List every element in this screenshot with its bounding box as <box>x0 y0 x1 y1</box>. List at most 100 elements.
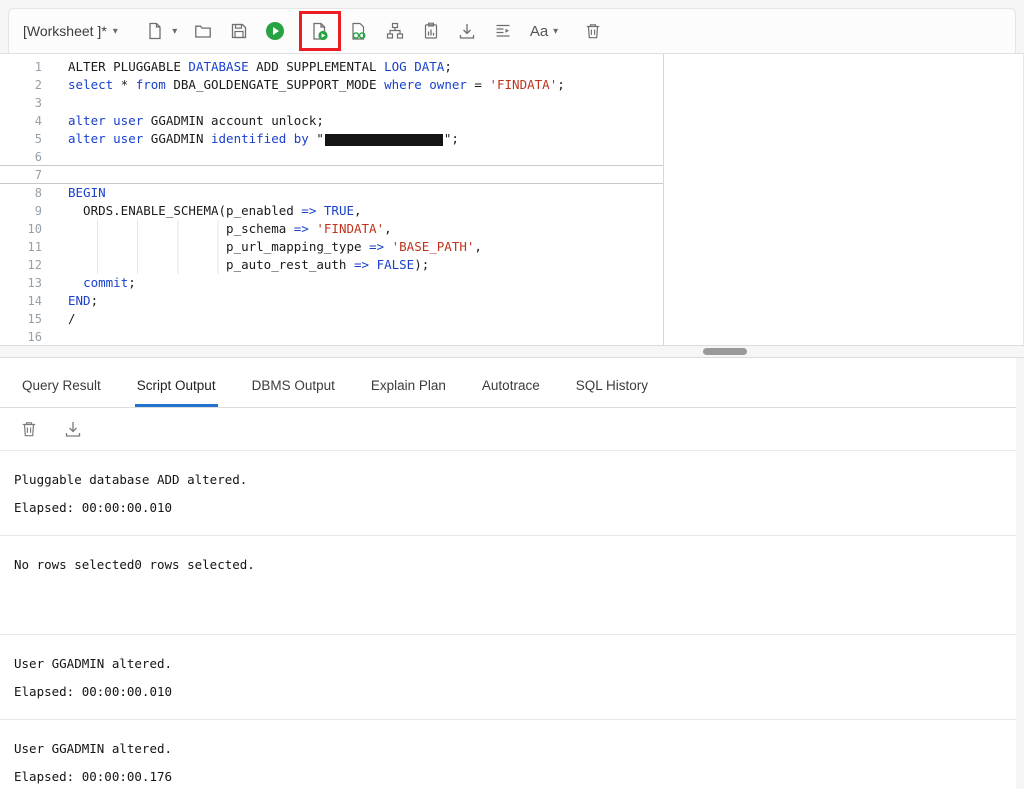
line-number: 14 <box>27 294 42 308</box>
editor-line[interactable]: 15 / <box>0 310 1023 328</box>
code-text: select * from DBA_GOLDENGATE_SUPPORT_MOD… <box>68 77 565 92</box>
worksheet-toolbar: [Worksheet ]* ▾ ▾ Aa ▾ <box>8 8 1016 53</box>
autotrace-button[interactable] <box>380 16 410 46</box>
editor-line[interactable]: 10 p_schema => 'FINDATA', <box>0 220 1023 238</box>
code-text: alter user GGADMIN account unlock; <box>68 113 324 128</box>
line-number: 8 <box>34 186 42 200</box>
code-text: p_schema => 'FINDATA', <box>58 220 392 238</box>
code-text: p_auto_rest_auth => FALSE); <box>58 256 430 274</box>
editor-line[interactable]: 14 END; <box>0 292 1023 310</box>
results-panel: Query Result Script Output DBMS Output Expl… <box>0 358 1016 789</box>
open-file-button[interactable] <box>188 16 218 46</box>
document-new-icon <box>149 22 161 40</box>
tab-sql-history[interactable]: SQL History <box>574 370 650 407</box>
editor-line[interactable]: 4 alter user GGADMIN account unlock; <box>0 112 1023 130</box>
format-button[interactable] <box>488 16 518 46</box>
editor-line[interactable]: 6 <box>0 148 1023 166</box>
autotrace-tree-icon <box>386 22 403 39</box>
tab-query-result[interactable]: Query Result <box>20 370 103 407</box>
output-line: Elapsed: 00:00:00.010 <box>14 500 173 515</box>
trash-icon <box>22 422 36 437</box>
code-text: commit; <box>83 275 136 290</box>
line-number: 7 <box>34 168 42 182</box>
font-size-button[interactable]: Aa ▾ <box>530 23 558 40</box>
line-number: 1 <box>34 60 42 74</box>
folder-open-icon <box>194 25 211 38</box>
new-worksheet-menu-button[interactable]: ▾ <box>168 16 182 46</box>
download-output-button[interactable] <box>62 418 84 440</box>
editor-line[interactable]: 7 <box>0 166 1023 184</box>
annotation-highlight-box <box>298 11 341 51</box>
sql-worksheet-app: [Worksheet ]* ▾ ▾ Aa ▾ 1 ALTER PLUGGABLE… <box>0 8 1024 789</box>
explain-plan-icon <box>352 22 366 40</box>
output-line: User GGADMIN altered. <box>14 656 173 671</box>
editor-line[interactable]: 2 select * from DBA_GOLDENGATE_SUPPORT_MO… <box>0 76 1023 94</box>
new-worksheet-button[interactable] <box>140 16 170 46</box>
code-text: p_url_mapping_type => 'BASE_PATH', <box>58 238 482 256</box>
editor-line[interactable]: 8 BEGIN <box>0 184 1023 202</box>
explain-plan-button[interactable] <box>344 16 374 46</box>
tab-dbms-output[interactable]: DBMS Output <box>250 370 337 407</box>
download-icon <box>459 24 474 39</box>
code-text: END; <box>68 293 99 308</box>
editor-line[interactable]: 1 ALTER PLUGGABLE DATABASE ADD SUPPLEMENT… <box>0 58 1023 76</box>
clipboard-chart-icon <box>424 22 437 39</box>
horizontal-scrollbar[interactable] <box>0 345 1024 358</box>
chevron-down-icon: ▾ <box>112 25 118 37</box>
line-number: 9 <box>34 204 42 218</box>
line-number: 5 <box>34 132 42 146</box>
results-tabbar: Query Result Script Output DBMS Output Expl… <box>0 358 1016 408</box>
output-line: Pluggable database ADD altered. <box>14 472 248 487</box>
scrollbar-thumb[interactable] <box>703 348 747 355</box>
format-indent-icon <box>496 24 510 37</box>
download-button[interactable] <box>452 16 482 46</box>
editor-line[interactable]: 5 alter user GGADMIN identified by " "; <box>0 130 1023 148</box>
editor-line[interactable]: 9 ORDS.ENABLE_SCHEMA(p_enabled => TRUE, <box>0 202 1023 220</box>
clear-output-button[interactable] <box>18 418 40 440</box>
line-number: 16 <box>27 330 42 344</box>
code-text: alter user GGADMIN identified by " "; <box>68 131 459 146</box>
editor-line[interactable]: 3 <box>0 94 1023 112</box>
tab-autotrace[interactable]: Autotrace <box>480 370 542 407</box>
line-number: 3 <box>34 96 42 110</box>
editor-line[interactable]: 16 <box>0 328 1023 345</box>
script-output-block: User GGADMIN altered. Elapsed: 00:00:00.1… <box>0 720 1016 789</box>
run-script-icon <box>313 22 328 40</box>
trash-icon <box>587 24 600 39</box>
run-script-button[interactable] <box>305 16 335 46</box>
line-number: 4 <box>34 114 42 128</box>
tab-explain-plan[interactable]: Explain Plan <box>369 370 448 407</box>
script-output-block: Pluggable database ADD altered. Elapsed: … <box>0 451 1016 535</box>
save-icon <box>231 23 246 39</box>
tab-script-output[interactable]: Script Output <box>134 370 218 407</box>
output-toolbar <box>0 408 1016 451</box>
save-button[interactable] <box>224 16 254 46</box>
code-editor[interactable]: 1 ALTER PLUGGABLE DATABASE ADD SUPPLEMENT… <box>0 53 1024 345</box>
run-statement-button[interactable] <box>260 16 290 46</box>
line-number: 13 <box>27 276 42 290</box>
font-size-label: Aa <box>529 22 549 40</box>
sql-history-button[interactable] <box>416 16 446 46</box>
editor-line[interactable]: 12 p_auto_rest_auth => FALSE); <box>0 256 1023 274</box>
worksheet-name: [Worksheet ]* <box>23 23 107 39</box>
run-statement-icon <box>265 22 284 40</box>
clear-worksheet-button[interactable] <box>578 16 608 46</box>
line-number: 12 <box>27 258 42 272</box>
worksheet-selector[interactable]: [Worksheet ]* ▾ <box>23 23 118 39</box>
editor-line[interactable]: 13 commit; <box>0 274 1023 292</box>
output-line: User GGADMIN altered. <box>14 741 173 756</box>
editor-line[interactable]: 11 p_url_mapping_type => 'BASE_PATH', <box>0 238 1023 256</box>
output-line: Elapsed: 00:00:00.010 <box>14 684 173 699</box>
chevron-down-icon: ▾ <box>172 25 178 37</box>
line-number: 11 <box>27 240 42 254</box>
line-number: 6 <box>34 150 42 164</box>
line-number: 2 <box>34 78 42 92</box>
output-line: Elapsed: 00:00:00.176 <box>14 769 173 784</box>
